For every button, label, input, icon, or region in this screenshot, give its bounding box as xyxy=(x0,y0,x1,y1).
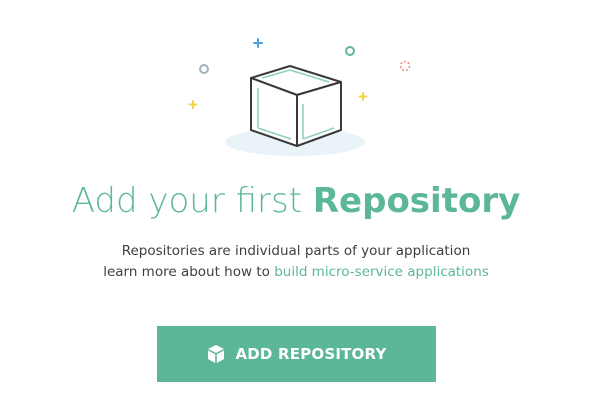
microservice-docs-link[interactable]: build micro-service applications xyxy=(274,264,489,280)
add-repository-button[interactable]: ADD REPOSITORY xyxy=(157,326,436,382)
ring-sparkle-icon xyxy=(345,46,355,56)
plus-sparkle-icon xyxy=(253,38,263,48)
ring-sparkle-icon xyxy=(199,64,209,74)
add-repository-button-label: ADD REPOSITORY xyxy=(235,345,387,363)
description-line-1: Repositories are individual parts of you… xyxy=(121,243,471,259)
dashed-ring-sparkle-icon xyxy=(399,60,411,72)
page-title: Add your first Repository xyxy=(0,181,592,221)
plus-sparkle-icon xyxy=(188,100,198,109)
description-line-2-text: learn more about how to xyxy=(103,264,275,280)
empty-state-description: Repositories are individual parts of you… xyxy=(0,241,592,283)
page-title-bold: Repository xyxy=(312,181,521,221)
description-line-2: learn more about how to build micro-serv… xyxy=(0,262,592,283)
empty-state-illustration xyxy=(188,38,411,156)
plus-sparkle-icon xyxy=(358,92,368,101)
page-title-regular: Add your first xyxy=(71,181,313,221)
cube-icon xyxy=(206,344,226,364)
